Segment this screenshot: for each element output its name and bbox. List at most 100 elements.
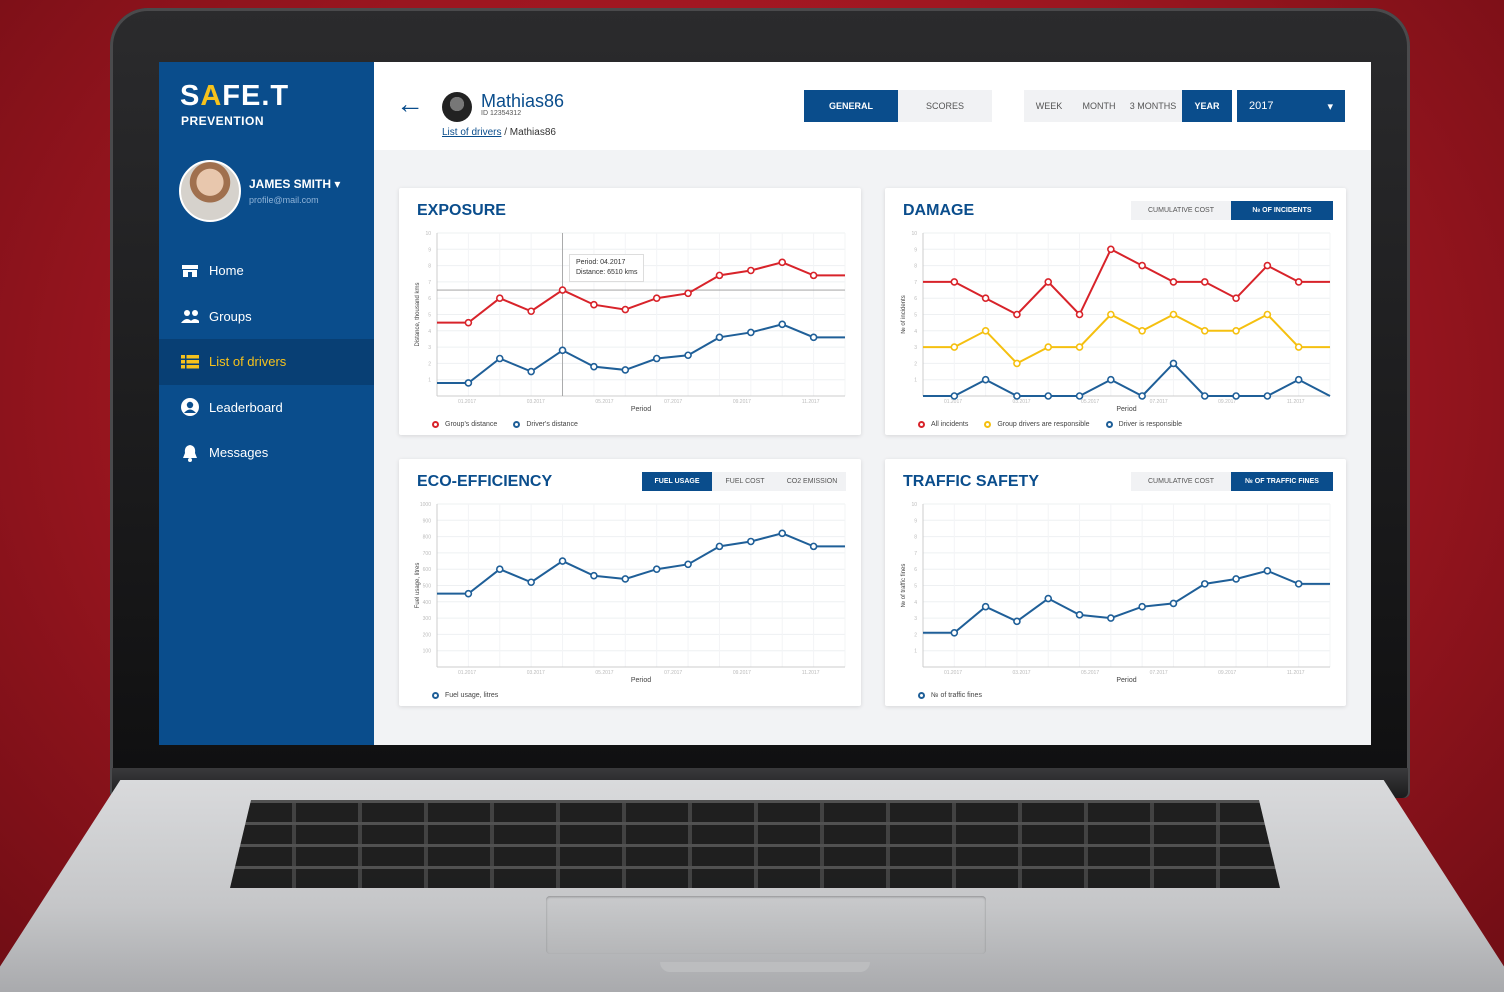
data-point — [1294, 343, 1303, 351]
home-icon — [181, 264, 199, 278]
user-avatar[interactable] — [179, 160, 241, 222]
data-point — [1232, 392, 1240, 400]
data-point — [652, 294, 661, 302]
tab-general[interactable]: GENERAL — [804, 90, 898, 122]
data-point — [1232, 294, 1240, 302]
back-arrow-icon[interactable]: ← — [396, 90, 424, 118]
data-point — [1138, 602, 1146, 611]
eco-efficiency-chart: 100 200 300 400 500 600 700 800 900 1000 01.2017 03… — [415, 502, 846, 684]
tab-3-months[interactable]: 3 MONTHS — [1124, 90, 1182, 122]
y-tick-label: 3 — [428, 345, 431, 351]
data-point — [778, 320, 787, 329]
traffic-safety-card: TRAFFIC SAFETY CUMULATIVE COST № OF TRAF… — [885, 459, 1346, 706]
sidebar-item-home[interactable]: Home — [159, 248, 374, 294]
eco-efficiency-card: ECO-EFFICIENCY FUEL USAGE FUEL COST CO2 … — [399, 459, 861, 706]
data-point — [1138, 261, 1146, 270]
data-point — [950, 278, 959, 286]
data-point — [1075, 343, 1084, 351]
legend-item-traffic-fines[interactable]: № of traffic fines — [918, 692, 982, 699]
sidebar-item-messages[interactable]: Messages — [159, 430, 374, 476]
legend-item-group-responsible[interactable]: Group drivers are responsible — [984, 421, 1090, 428]
sidebar-item-leaderboard[interactable]: Leaderboard — [159, 385, 374, 431]
tab-scores[interactable]: SCORES — [898, 90, 992, 122]
data-point — [1294, 580, 1303, 588]
sidebar: SAFE.T PREVENTION JAMES SMITH ▾ profile@… — [159, 62, 374, 745]
breadcrumb: List of drivers / Mathias86 — [442, 127, 556, 138]
data-point — [1294, 278, 1303, 286]
user-name-dropdown[interactable]: JAMES SMITH ▾ — [249, 177, 340, 191]
y-tick-label: 6 — [914, 296, 917, 302]
y-tick-label: 600 — [423, 567, 432, 573]
data-point — [1013, 359, 1021, 368]
data-point — [950, 628, 959, 637]
data-point — [981, 327, 990, 335]
y-tick-label: 8 — [914, 264, 917, 270]
x-axis-label: Period — [631, 677, 651, 684]
y-axis-label: Fuel usage, litres — [415, 563, 421, 609]
y-tick-label: 8 — [914, 535, 917, 541]
data-point — [809, 271, 818, 280]
y-tick-label: 500 — [423, 584, 432, 590]
data-point — [1263, 567, 1272, 575]
sidebar-item-groups[interactable]: Groups — [159, 294, 374, 340]
data-point — [1200, 392, 1209, 400]
data-point — [684, 560, 692, 569]
data-point — [652, 565, 661, 573]
y-tick-label: 6 — [914, 567, 917, 573]
y-tick-label: 5 — [428, 313, 431, 319]
y-tick-label: 7 — [428, 280, 431, 286]
data-point — [652, 354, 661, 363]
series-line — [437, 532, 845, 595]
data-point — [1200, 278, 1209, 286]
exposure-card: EXPOSURE 1 2 3 4 5 6 7 8 9 10 01.2017 03.2017 05.201… — [399, 188, 861, 435]
data-point — [950, 343, 959, 351]
tab-month[interactable]: MONTH — [1074, 90, 1124, 122]
data-point — [747, 266, 755, 275]
data-point — [1044, 343, 1053, 351]
brand-logo[interactable]: SAFE.T — [180, 80, 289, 113]
y-tick-label: 700 — [423, 551, 432, 557]
data-point — [1169, 599, 1178, 608]
damage-legend: All incidents Group drivers are responsi… — [918, 421, 1182, 428]
y-tick-label: 2 — [914, 632, 917, 638]
breadcrumb-link-list-of-drivers[interactable]: List of drivers — [442, 127, 501, 138]
y-tick-label: 800 — [423, 535, 432, 541]
sidebar-item-list-of-drivers[interactable]: List of drivers — [159, 339, 374, 385]
tooltip-distance: Distance: 6510 kms — [576, 269, 638, 276]
y-tick-label: 7 — [914, 280, 917, 286]
exposure-chart: 1 2 3 4 5 6 7 8 9 10 01.2017 03.2017 05.2017 07.2017 0… — [415, 231, 846, 413]
tab-week[interactable]: WEEK — [1024, 90, 1074, 122]
data-point — [558, 346, 567, 355]
y-tick-label: 100 — [423, 649, 432, 655]
x-tick-label: 11.2017 — [802, 399, 820, 405]
year-select-value: 2017 — [1249, 100, 1274, 112]
y-tick-label: 3 — [914, 616, 917, 622]
sidebar-nav: Home Groups List of drivers Leaderboard … — [159, 248, 374, 476]
series-line — [437, 323, 845, 384]
list-icon — [181, 354, 199, 369]
data-point — [747, 537, 755, 546]
data-point — [464, 379, 473, 387]
data-point — [1107, 245, 1115, 254]
data-point — [1044, 594, 1053, 603]
legend-item-driver-responsible[interactable]: Driver is responsible — [1105, 421, 1182, 428]
exposure-legend: Group's distance Driver's distance — [432, 421, 578, 428]
x-tick-label: 09.2017 — [733, 670, 751, 676]
year-select[interactable]: 2017 ▾ — [1237, 90, 1345, 122]
legend-item-all-incidents[interactable]: All incidents — [918, 421, 968, 428]
series-line — [923, 313, 1330, 365]
x-tick-label: 01.2017 — [458, 670, 476, 676]
tab-year[interactable]: YEAR — [1182, 90, 1232, 122]
legend-item-driver-distance[interactable]: Driver's distance — [513, 421, 578, 428]
sidebar-item-label: Messages — [209, 445, 269, 461]
data-point — [495, 565, 504, 573]
data-point — [1013, 617, 1021, 626]
x-tick-label: 09.2017 — [1218, 670, 1236, 676]
legend-item-group-distance[interactable]: Group's distance — [432, 421, 497, 428]
y-tick-label: 7 — [914, 551, 917, 557]
y-tick-label: 5 — [914, 584, 917, 590]
legend-item-fuel-usage[interactable]: Fuel usage, litres — [432, 692, 498, 699]
y-axis-label: № of incidents — [900, 295, 907, 333]
data-point — [1138, 327, 1146, 335]
data-point — [684, 289, 692, 298]
